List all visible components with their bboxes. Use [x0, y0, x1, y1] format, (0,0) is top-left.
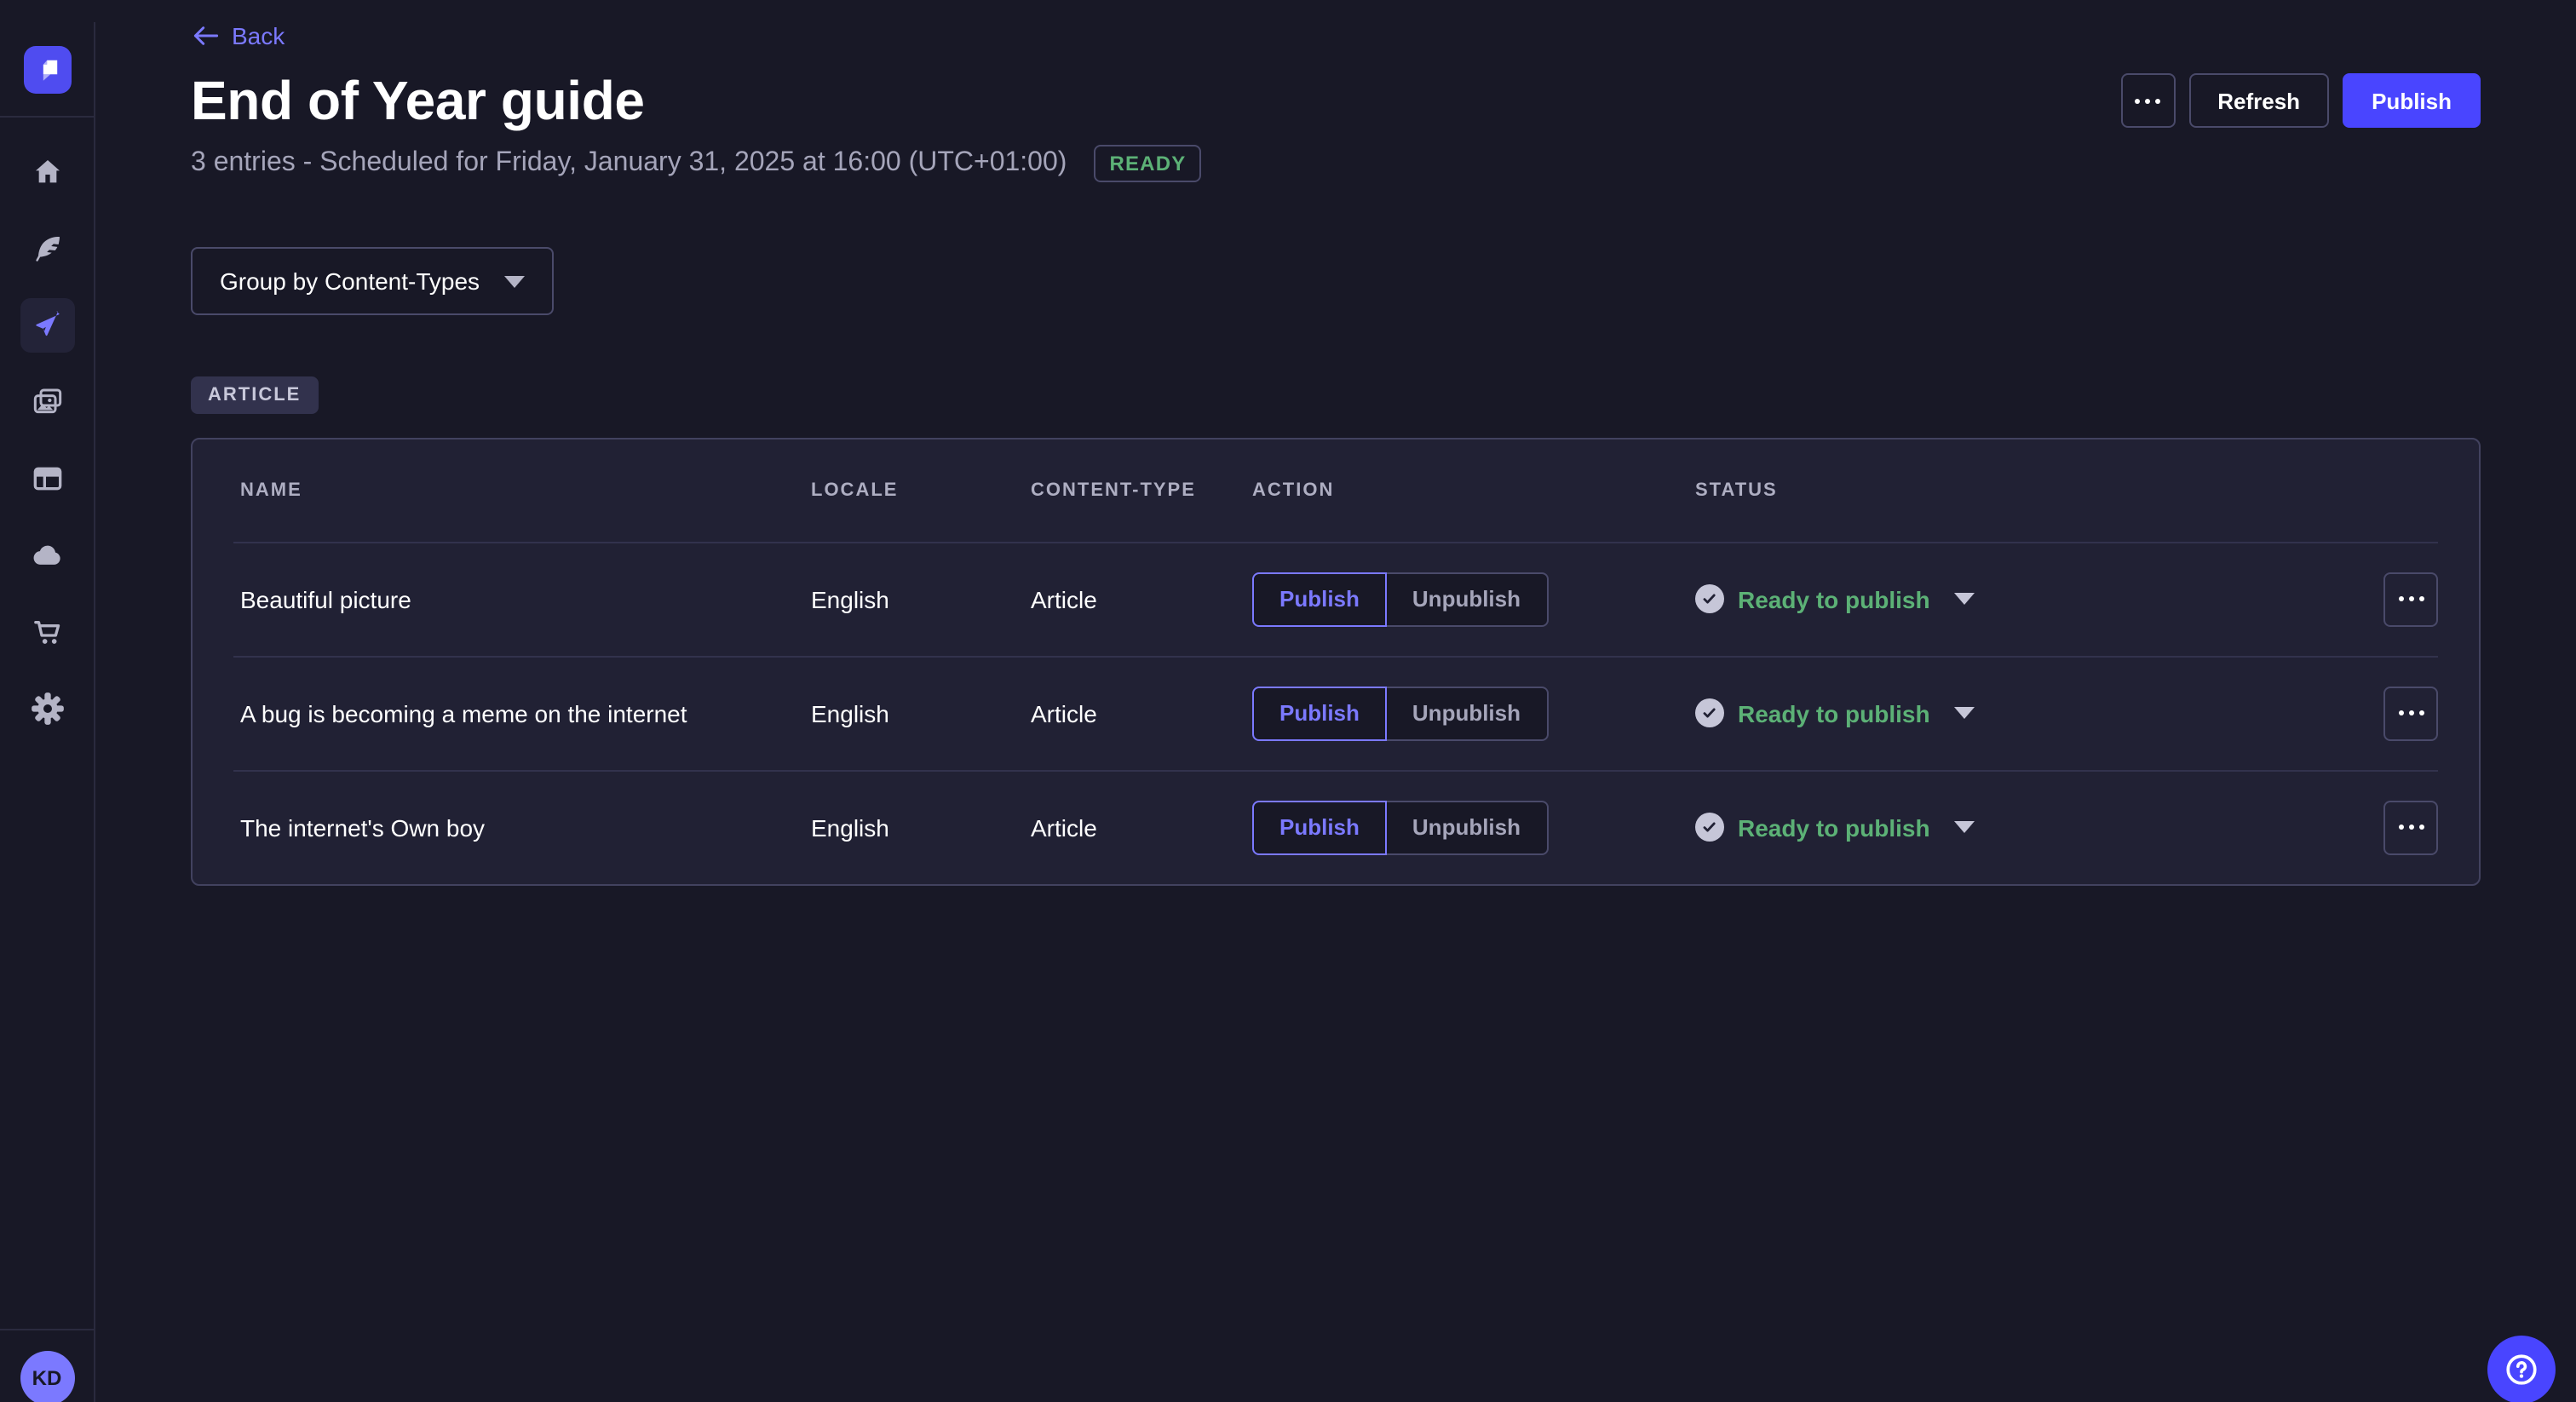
sidebar-item-media-library[interactable]: [20, 375, 74, 429]
content-type-group-badge: ARTICLE: [191, 376, 318, 414]
group-by-label: Group by Content-Types: [220, 267, 480, 295]
row-unpublish-button[interactable]: Unpublish: [1387, 572, 1548, 626]
dot: [2145, 98, 2150, 103]
row-more-button[interactable]: [2383, 572, 2438, 626]
dot: [2155, 98, 2160, 103]
row-unpublish-button[interactable]: Unpublish: [1387, 686, 1548, 740]
page-title: End of Year guide: [191, 66, 645, 135]
table-row: Beautiful picture English Article Publis…: [193, 542, 2479, 656]
entry-name: A bug is becoming a meme on the internet: [240, 699, 811, 727]
back-label: Back: [232, 22, 285, 49]
user-avatar[interactable]: KD: [20, 1350, 74, 1402]
dot: [2418, 596, 2424, 601]
entry-status-label: Ready to publish: [1738, 585, 1930, 612]
dot: [2418, 825, 2424, 830]
sidebar-item-releases[interactable]: [20, 298, 74, 353]
release-meta: 3 entries - Scheduled for Friday, Januar…: [191, 145, 2481, 182]
entry-locale: English: [811, 813, 1031, 841]
dot: [2398, 825, 2403, 830]
cart-icon: [30, 615, 64, 649]
column-header-name: NAME: [240, 480, 811, 501]
app-window: KD Back End of Year guide Refresh Publis…: [0, 22, 2576, 1402]
action-toggle: Publish Unpublish: [1252, 800, 1548, 854]
publish-release-button[interactable]: Publish: [2343, 73, 2481, 128]
layout-icon: [30, 462, 64, 496]
sidebar-nav: [20, 118, 74, 736]
entry-status-label: Ready to publish: [1738, 699, 1930, 727]
check-circle-icon: [1695, 698, 1724, 727]
entries-table: NAME LOCALE CONTENT-TYPE ACTION STATUS B…: [191, 438, 2481, 886]
sidebar: KD: [0, 22, 95, 1402]
strapi-logo-glyph: [26, 49, 67, 89]
chevron-down-icon[interactable]: [1954, 593, 1975, 605]
check-circle-icon: [1695, 813, 1724, 842]
feather-icon: [30, 232, 64, 266]
back-link[interactable]: Back: [191, 22, 285, 49]
column-header-action: ACTION: [1252, 480, 1695, 501]
refresh-button[interactable]: Refresh: [2188, 73, 2329, 128]
entry-locale: English: [811, 585, 1031, 612]
home-icon: [30, 155, 64, 189]
table-row: A bug is becoming a meme on the internet…: [193, 656, 2479, 770]
gear-icon: [30, 692, 64, 726]
header-actions: Refresh Publish: [2120, 73, 2481, 128]
status-badge: READY: [1094, 145, 1201, 182]
question-mark-icon: [2503, 1351, 2540, 1388]
sidebar-item-cloud[interactable]: [20, 528, 74, 583]
paper-plane-icon: [30, 308, 64, 342]
entry-status-label: Ready to publish: [1738, 813, 1930, 841]
column-header-content-type: CONTENT-TYPE: [1031, 480, 1252, 501]
strapi-logo[interactable]: [23, 45, 71, 93]
row-unpublish-button[interactable]: Unpublish: [1387, 800, 1548, 854]
sidebar-logo-area: [0, 22, 94, 118]
table-header-row: NAME LOCALE CONTENT-TYPE ACTION STATUS: [193, 440, 2479, 542]
check-circle-icon: [1695, 584, 1724, 613]
help-button[interactable]: [2487, 1336, 2556, 1402]
cloud-icon: [30, 538, 64, 572]
entry-name: The internet's Own boy: [240, 813, 811, 841]
sidebar-item-marketplace[interactable]: [20, 605, 74, 659]
entry-content-type: Article: [1031, 699, 1252, 727]
dot: [2398, 596, 2403, 601]
entry-locale: English: [811, 699, 1031, 727]
dot: [2408, 710, 2413, 715]
row-publish-button[interactable]: Publish: [1252, 800, 1387, 854]
dot: [2418, 710, 2424, 715]
chevron-down-icon[interactable]: [1954, 707, 1975, 719]
column-header-locale: LOCALE: [811, 480, 1031, 501]
release-subtitle: 3 entries - Scheduled for Friday, Januar…: [191, 148, 1067, 179]
dot: [2408, 825, 2413, 830]
sidebar-user-area: KD: [0, 1329, 94, 1402]
arrow-left-icon: [191, 22, 218, 49]
table-row: The internet's Own boy English Article P…: [193, 770, 2479, 884]
pictures-icon: [30, 385, 64, 419]
entry-content-type: Article: [1031, 813, 1252, 841]
row-more-button[interactable]: [2383, 686, 2438, 740]
sidebar-item-content-type-builder[interactable]: [20, 451, 74, 506]
dot: [2398, 710, 2403, 715]
page-header: End of Year guide Refresh Publish: [191, 66, 2481, 135]
sidebar-item-settings[interactable]: [20, 681, 74, 736]
row-publish-button[interactable]: Publish: [1252, 686, 1387, 740]
chevron-down-icon: [503, 275, 524, 287]
dot: [2135, 98, 2140, 103]
dot: [2408, 596, 2413, 601]
entry-content-type: Article: [1031, 585, 1252, 612]
action-toggle: Publish Unpublish: [1252, 686, 1548, 740]
main-content: Back End of Year guide Refresh Publish 3…: [95, 22, 2576, 886]
chevron-down-icon[interactable]: [1954, 821, 1975, 833]
row-publish-button[interactable]: Publish: [1252, 572, 1387, 626]
sidebar-item-home[interactable]: [20, 145, 74, 199]
column-header-status: STATUS: [1695, 480, 2356, 501]
action-toggle: Publish Unpublish: [1252, 572, 1548, 626]
row-more-button[interactable]: [2383, 800, 2438, 854]
sidebar-item-content-manager[interactable]: [20, 221, 74, 276]
release-more-button[interactable]: [2120, 73, 2175, 128]
entry-name: Beautiful picture: [240, 585, 811, 612]
group-by-select[interactable]: Group by Content-Types: [191, 247, 553, 315]
